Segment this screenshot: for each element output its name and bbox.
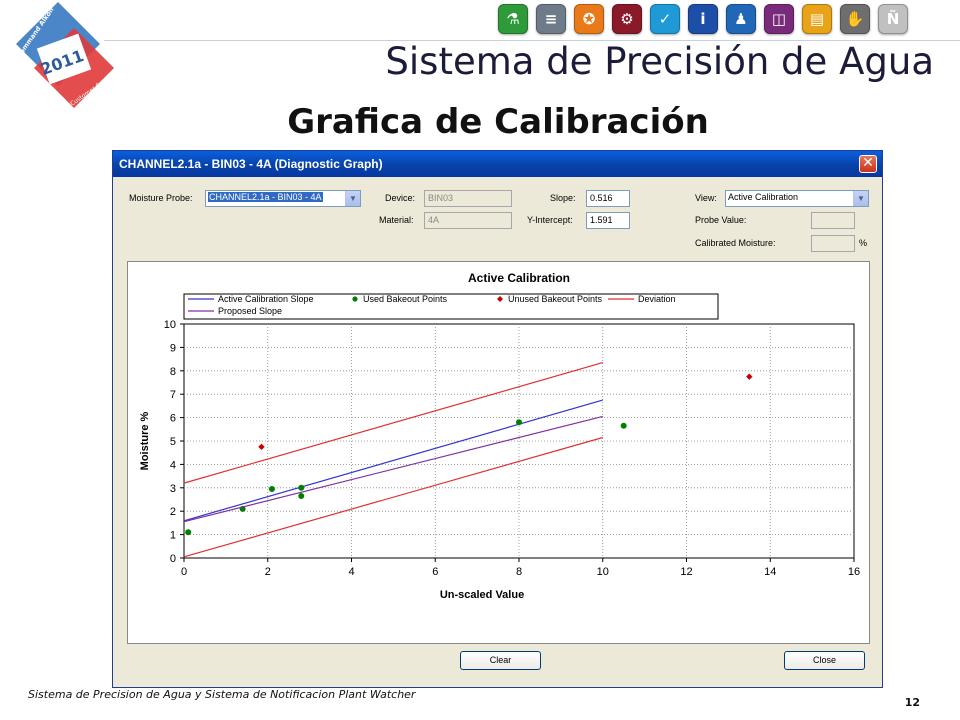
slope-label: Slope: — [550, 193, 576, 203]
toolbar: ⚗ ≡ ✪ ⚙ ✓ i ♟ ◫ ▤ ✋ Ñ — [498, 4, 908, 34]
legend-swatch — [352, 296, 358, 302]
device-field[interactable]: BIN03 — [424, 190, 512, 207]
x-tick-label: 12 — [680, 566, 692, 578]
moisture-probe-label: Moisture Probe: — [129, 193, 193, 203]
chart-area: 0 2 4 6 8 10 12 14 16 0 1 2 3 4 5 6 7 8 9 10 Active Calibrat… — [127, 261, 870, 644]
y-tick-label: 7 — [170, 389, 176, 401]
panel-icon[interactable]: ◫ — [764, 4, 794, 34]
view-select[interactable]: Active Calibration ▼ — [725, 190, 869, 207]
material-field[interactable]: 4A — [424, 212, 512, 229]
x-tick-label: 6 — [432, 566, 438, 578]
stack-icon[interactable]: ≡ — [536, 4, 566, 34]
chevron-down-icon[interactable]: ▼ — [853, 191, 868, 206]
view-label: View: — [695, 193, 717, 203]
legend-entry: Proposed Slope — [218, 306, 282, 316]
stamp-icon[interactable]: ✪ — [574, 4, 604, 34]
x-tick-label: 14 — [764, 566, 776, 578]
window-close-button[interactable]: ✕ — [859, 155, 877, 173]
y-tick-label: 3 — [170, 483, 176, 495]
chart-title: Active Calibration — [468, 271, 570, 285]
page-title: Sistema de Precisión de Agua — [385, 40, 934, 83]
clear-button[interactable]: Clear — [460, 651, 541, 670]
y-tick-label: 2 — [170, 506, 176, 518]
x-tick-label: 4 — [348, 566, 354, 578]
window-titlebar: CHANNEL2.1a - BIN03 - 4A (Diagnostic Gra… — [113, 151, 882, 177]
data-point — [516, 419, 522, 426]
legend-entry: Used Bakeout Points — [363, 294, 448, 304]
folder-icon[interactable]: ▤ — [802, 4, 832, 34]
percent-sign: % — [859, 238, 868, 248]
calibration-chart: 0 2 4 6 8 10 12 14 16012345678910Active Calibrat… — [139, 271, 860, 601]
moisture-probe-value: CHANNEL2.1a - BIN03 - 4A — [208, 192, 323, 202]
window-title: CHANNEL2.1a - BIN03 - 4A (Diagnostic Gra… — [119, 157, 383, 171]
x-tick-label: 16 — [848, 566, 860, 578]
data-point — [298, 484, 305, 491]
probe-value-field[interactable] — [811, 212, 855, 229]
y-intercept-label: Y-Intercept: — [527, 215, 573, 225]
data-point — [298, 492, 305, 499]
y-tick-label: 0 — [170, 553, 176, 565]
slope-field[interactable]: 0.516 — [586, 190, 630, 207]
legend-entry: Unused Bakeout Points — [508, 294, 603, 304]
y-tick-label: 10 — [164, 319, 176, 331]
y-tick-label: 4 — [170, 459, 176, 471]
calibrated-moisture-label: Calibrated Moisture: — [695, 238, 776, 248]
y-tick-label: 9 — [170, 342, 176, 354]
close-button[interactable]: Close — [784, 651, 865, 670]
page-number: 12 — [904, 696, 920, 709]
device-label: Device: — [385, 193, 416, 203]
x-tick-label: 2 — [265, 566, 271, 578]
footer-text: Sistema de Precision de Agua y Sistema d… — [28, 688, 416, 701]
probe-value-label: Probe Value: — [695, 215, 747, 225]
chevron-down-icon[interactable]: ▼ — [345, 191, 360, 206]
data-point — [185, 529, 192, 536]
material-label: Material: — [379, 215, 414, 225]
y-tick-label: 6 — [170, 413, 176, 425]
diagnostic-graph-window: CHANNEL2.1a - BIN03 - 4A (Diagnostic Gra… — [112, 150, 883, 688]
y-axis-label: Moisture % — [139, 411, 151, 470]
flask-icon[interactable]: ⚗ — [498, 4, 528, 34]
x-tick-label: 8 — [516, 566, 522, 578]
data-point — [620, 422, 627, 429]
x-tick-label: 0 — [181, 566, 187, 578]
x-axis-label: Un-scaled Value — [440, 589, 524, 601]
moisture-probe-select[interactable]: CHANNEL2.1a - BIN03 - 4A ▼ — [205, 190, 361, 207]
legend-entry: Deviation — [638, 294, 676, 304]
y-tick-label: 1 — [170, 530, 176, 542]
y-intercept-field[interactable]: 1.591 — [586, 212, 630, 229]
calibrated-moisture-field[interactable] — [811, 235, 855, 252]
n-letter-icon[interactable]: Ñ — [878, 4, 908, 34]
view-value: Active Calibration — [728, 192, 799, 202]
person-icon[interactable]: ♟ — [726, 4, 756, 34]
page-subtitle: Grafica de Calibración — [287, 102, 709, 142]
info-icon[interactable]: i — [688, 4, 718, 34]
data-point — [268, 485, 275, 492]
hand-icon[interactable]: ✋ — [840, 4, 870, 34]
y-tick-label: 5 — [170, 436, 176, 448]
y-tick-label: 8 — [170, 366, 176, 378]
gears-icon[interactable]: ⚙ — [612, 4, 642, 34]
x-tick-label: 10 — [597, 566, 609, 578]
legend-entry: Active Calibration Slope — [218, 294, 314, 304]
check-icon[interactable]: ✓ — [650, 4, 680, 34]
